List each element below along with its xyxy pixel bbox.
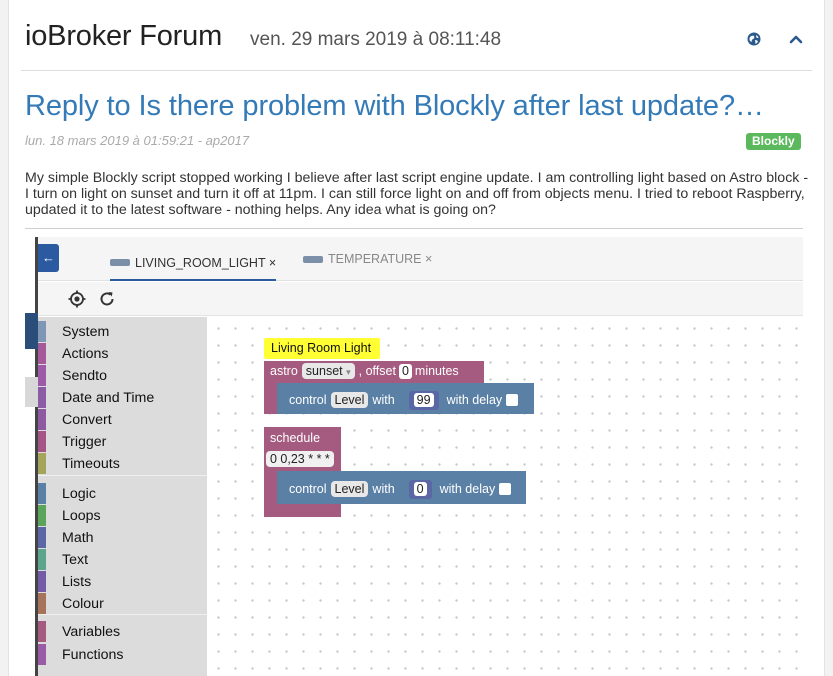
category-swatch: [38, 409, 46, 430]
screenshot-edge-gray: [25, 377, 38, 407]
category-swatch: [38, 343, 46, 364]
object-field[interactable]: Level: [330, 481, 369, 497]
toolbox-category-functions[interactable]: Functions: [38, 644, 124, 665]
chevron-up-icon[interactable]: [788, 31, 804, 47]
post-body: My simple Blockly script stopped working…: [25, 170, 809, 218]
value-connector: [400, 390, 409, 410]
toolbox-separator: [38, 475, 207, 476]
toolbox-sidebar: System Actions Sendto Date and Time Conv…: [38, 317, 207, 676]
refresh-icon[interactable]: [98, 290, 116, 308]
delay-checkbox[interactable]: [499, 483, 512, 495]
astro-block[interactable]: astro sunset ▾ , offset 0 minutes: [270, 363, 459, 379]
blockly-workspace[interactable]: Living Room Light astro sunset ▾ , offse…: [207, 317, 803, 676]
toolbox-category-actions[interactable]: Actions: [38, 343, 109, 364]
forum-header: ioBroker Forum ven. 29 mars 2019 à 08:11…: [9, 0, 824, 72]
category-swatch: [38, 387, 46, 408]
blockly-screenshot: ← LIVING_ROOM_LIGHT × TEMPERATURE × Syst…: [25, 228, 803, 676]
category-swatch: [38, 483, 46, 504]
delay-checkbox[interactable]: [506, 394, 519, 406]
tag-badge[interactable]: Blockly: [746, 133, 801, 150]
editor-toolbar: [38, 282, 803, 316]
toolbox-category-date-time[interactable]: Date and Time: [38, 387, 154, 408]
astro-event-dropdown[interactable]: sunset ▾: [301, 363, 355, 379]
tab-label: LIVING_ROOM_LIGHT ×: [135, 255, 277, 270]
toolbox-category-trigger[interactable]: Trigger: [38, 431, 106, 452]
header-date: ven. 29 mars 2019 à 08:11:48: [250, 29, 502, 50]
value-connector: [400, 479, 409, 499]
toolbox-category-system[interactable]: System: [38, 321, 109, 342]
blockly-script-icon: [110, 259, 130, 266]
category-swatch: [38, 549, 46, 570]
target-icon[interactable]: [68, 290, 86, 308]
toolbox-category-math[interactable]: Math: [38, 527, 94, 548]
schedule-block[interactable]: schedule: [270, 431, 320, 445]
toolbox-category-loops[interactable]: Loops: [38, 505, 101, 526]
category-swatch: [38, 505, 46, 526]
offset-field[interactable]: 0: [398, 363, 412, 379]
object-field[interactable]: Level: [330, 392, 369, 408]
tab-living-room-light[interactable]: LIVING_ROOM_LIGHT ×: [110, 248, 277, 281]
cron-field-block[interactable]: 0 0,23 * * *: [264, 451, 336, 467]
category-swatch: [38, 321, 46, 342]
category-swatch: [38, 431, 46, 452]
control-block-1[interactable]: control Level with 99 with delay: [289, 390, 519, 410]
forum-card: ioBroker Forum ven. 29 mars 2019 à 08:11…: [8, 0, 825, 676]
post-meta: lun. 18 mars 2019 à 01:59:21 - ap2017: [25, 133, 250, 148]
number-block[interactable]: 0: [408, 479, 432, 499]
forum-title: ioBroker Forum: [25, 20, 223, 52]
toolbox-category-sendto[interactable]: Sendto: [38, 365, 107, 386]
globe-icon[interactable]: [747, 32, 761, 46]
toolbox-category-lists[interactable]: Lists: [38, 571, 91, 592]
control-block-2[interactable]: control Level with 0 with delay: [289, 479, 512, 499]
category-swatch: [38, 593, 46, 614]
toolbox-category-text[interactable]: Text: [38, 549, 88, 570]
comment-block[interactable]: Living Room Light: [271, 341, 371, 355]
toolbox-category-variables[interactable]: Variables: [38, 621, 120, 642]
category-swatch: [38, 621, 46, 642]
category-swatch: [38, 527, 46, 548]
category-swatch: [38, 644, 46, 665]
number-block[interactable]: 99: [408, 390, 439, 410]
screenshot-edge-bar: [25, 313, 38, 349]
toolbox-separator: [38, 614, 207, 615]
toolbox-category-timeouts[interactable]: Timeouts: [38, 453, 120, 474]
toolbox-category-logic[interactable]: Logic: [38, 483, 96, 504]
toolbox-category-colour[interactable]: Colour: [38, 593, 104, 614]
blockly-script-icon: [303, 255, 323, 263]
tab-temperature[interactable]: TEMPERATURE ×: [303, 248, 432, 270]
cron-field[interactable]: 0 0,23 * * *: [266, 451, 334, 467]
editor-tabbar: ← LIVING_ROOM_LIGHT × TEMPERATURE ×: [38, 237, 803, 281]
header-divider: [21, 70, 812, 71]
toolbox-category-convert[interactable]: Convert: [38, 409, 112, 430]
post-title-link[interactable]: Reply to Is there problem with Blockly a…: [25, 90, 764, 123]
category-swatch: [38, 453, 46, 474]
category-swatch: [38, 365, 46, 386]
category-swatch: [38, 571, 46, 592]
back-button[interactable]: ←: [38, 244, 59, 272]
tab-label: TEMPERATURE ×: [328, 252, 433, 266]
